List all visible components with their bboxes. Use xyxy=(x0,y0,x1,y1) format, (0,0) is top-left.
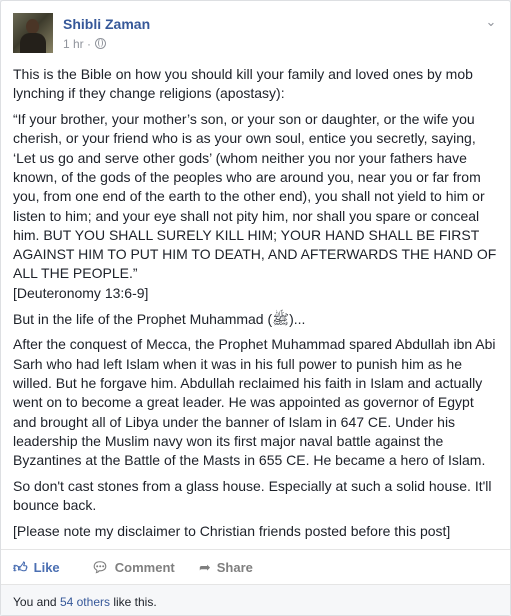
likes-summary: You and 54 others like this. xyxy=(1,584,510,615)
post-paragraph-intro: This is the Bible on how you should kill… xyxy=(13,66,473,102)
meta-separator: · xyxy=(87,37,92,51)
post-paragraph-quote: “If your brother, your mother’s son, or … xyxy=(13,111,497,282)
likes-others-link[interactable]: 54 others xyxy=(60,595,110,609)
post-paragraph-conclusion: So don't cast stones from a glass house.… xyxy=(13,477,492,514)
post-body: This is the Bible on how you should kill… xyxy=(13,65,500,548)
post-timestamp[interactable]: 1 hr xyxy=(63,37,84,51)
likes-prefix: You and xyxy=(13,595,60,609)
post-meta: 1 hr · xyxy=(63,37,107,51)
post-paragraph-disclaimer: [Please note my disclaimer to Christian … xyxy=(13,523,451,540)
post-paragraph-reference: [Deuteronomy 13:6-9] xyxy=(13,284,149,301)
share-arrow-icon: ➦ xyxy=(199,559,211,575)
likes-suffix: like this. xyxy=(110,595,157,609)
post-card: Shibli Zaman 1 hr · ⌄ This is the Bible … xyxy=(0,0,511,616)
share-label: Share xyxy=(216,560,253,575)
comment-button[interactable]: 💬︎ Comment xyxy=(91,556,175,578)
thumbs-up-icon: 👍︎ xyxy=(13,559,28,575)
like-label: Like xyxy=(33,560,60,575)
post-paragraph-prophet: But in the life of the Prophet Muhammad … xyxy=(13,310,306,327)
avatar-body xyxy=(20,33,46,53)
author-name[interactable]: Shibli Zaman xyxy=(63,16,150,32)
like-button[interactable]: 👍︎ Like xyxy=(13,556,60,578)
avatar-head xyxy=(26,19,39,34)
comment-label: Comment xyxy=(114,560,175,575)
globe-icon[interactable] xyxy=(95,38,107,49)
post-actions: 👍︎ Like 💬︎ Comment ➦ Share xyxy=(1,549,510,583)
post-paragraph-history: After the conquest of Mecca, the Prophet… xyxy=(13,336,496,469)
comment-icon: 💬︎ xyxy=(91,559,109,575)
author-avatar[interactable] xyxy=(13,13,53,53)
share-button[interactable]: ➦ Share xyxy=(199,556,253,578)
post-header: Shibli Zaman 1 hr · ⌄ xyxy=(13,13,500,57)
chevron-down-icon[interactable]: ⌄ xyxy=(484,15,498,29)
